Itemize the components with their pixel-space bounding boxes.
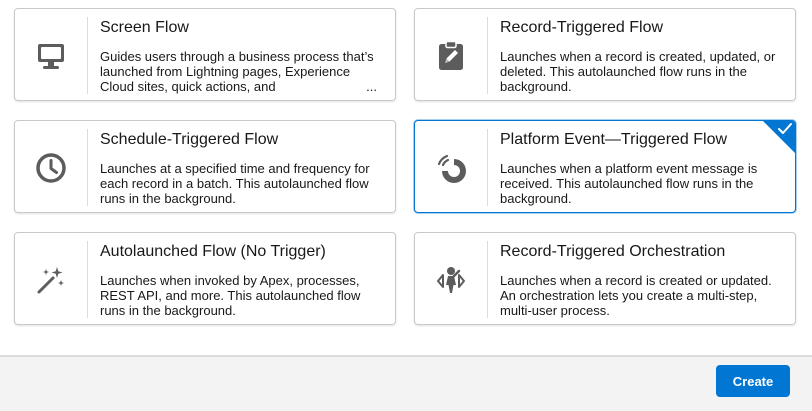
clipboard-edit-icon: [415, 17, 487, 94]
create-button[interactable]: Create: [716, 365, 790, 397]
card-title: Screen Flow: [100, 19, 189, 36]
card-description: Launches when a record is created or upd…: [500, 273, 772, 318]
card-title: Platform Event—Triggered Flow: [500, 131, 728, 148]
card-platform-event-triggered-flow[interactable]: Platform Event—Triggered Flow Launches w…: [414, 120, 796, 213]
card-schedule-triggered-flow[interactable]: Schedule-Triggered Flow Launches at a sp…: [14, 120, 396, 213]
card-divider: [87, 241, 88, 318]
card-divider: [487, 17, 488, 94]
card-title: Schedule-Triggered Flow: [100, 131, 279, 148]
orchestration-icon: [415, 241, 487, 318]
modal-footer: Create: [0, 355, 812, 411]
card-description: Launches at a specified time and frequen…: [100, 161, 370, 206]
platform-event-icon: [415, 129, 487, 206]
card-title: Record-Triggered Orchestration: [500, 243, 726, 260]
card-screen-flow[interactable]: Screen Flow Guides users through a busin…: [14, 8, 396, 101]
card-divider: [87, 17, 88, 94]
card-description: Guides users through a business process …: [100, 49, 374, 94]
monitor-icon: [15, 17, 87, 94]
description-ellipsis: ...: [362, 79, 377, 94]
card-description: Launches when a record is created, updat…: [500, 49, 776, 94]
clock-icon: [15, 129, 87, 206]
card-autolaunched-flow[interactable]: Autolaunched Flow (No Trigger) Launches …: [14, 232, 396, 325]
card-divider: [487, 241, 488, 318]
magic-wand-icon: [15, 241, 87, 318]
card-title: Record-Triggered Flow: [500, 19, 664, 36]
card-description: Launches when invoked by Apex, processes…: [100, 273, 361, 318]
checkmark-icon: [777, 122, 793, 136]
card-record-triggered-flow[interactable]: Record-Triggered Flow Launches when a re…: [414, 8, 796, 101]
card-description: Launches when a platform event message i…: [500, 161, 758, 206]
card-divider: [487, 129, 488, 206]
card-record-triggered-orchestration[interactable]: Record-Triggered Orchestration Launches …: [414, 232, 796, 325]
card-divider: [87, 129, 88, 206]
card-title: Autolaunched Flow (No Trigger): [100, 243, 326, 260]
flow-type-picker: Screen Flow Guides users through a busin…: [0, 0, 812, 411]
